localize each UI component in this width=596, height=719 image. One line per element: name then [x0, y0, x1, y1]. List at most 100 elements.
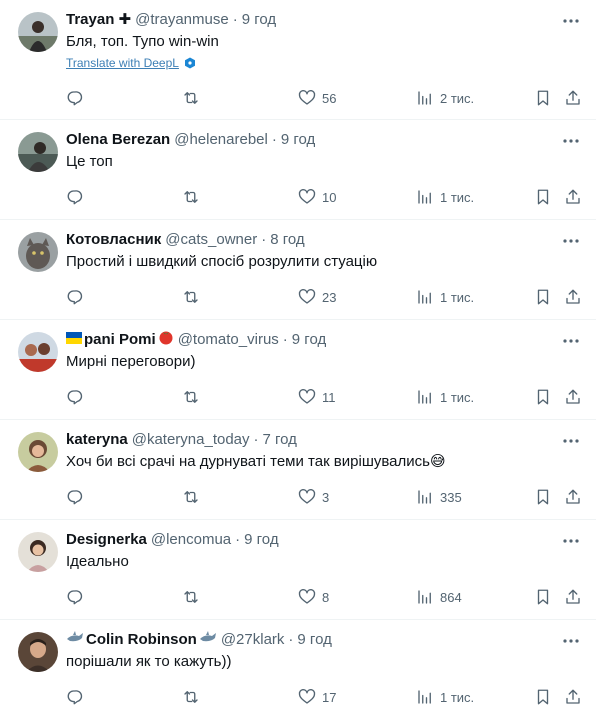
views-button[interactable]: 1 тис. [416, 288, 474, 306]
views-button[interactable]: 1 тис. [416, 388, 474, 406]
avatar[interactable] [18, 332, 58, 372]
like-button[interactable]: 17 [298, 688, 336, 706]
reply-tweet[interactable]: Trayan ✚ @trayanmuse · 9 год Бля, топ. Т… [0, 0, 596, 120]
reply-button[interactable] [66, 89, 90, 107]
reply-button[interactable] [66, 688, 90, 706]
user-handle[interactable]: @tomato_virus [178, 330, 279, 350]
avatar[interactable] [18, 12, 58, 52]
display-name[interactable]: kateryna [66, 430, 128, 450]
like-button[interactable]: 11 [298, 388, 336, 406]
reply-tweet[interactable]: pani Pomi @tomato_virus · 9 год Мирні пе… [0, 320, 596, 420]
bookmark-button[interactable] [534, 288, 552, 306]
avatar[interactable] [18, 632, 58, 672]
user-handle[interactable]: @lencomua [151, 530, 231, 550]
avatar[interactable] [18, 532, 58, 572]
timestamp[interactable]: 9 год [244, 530, 278, 550]
views-button[interactable]: 335 [416, 488, 462, 506]
action-bar: 3 335 [58, 487, 596, 507]
more-options-icon[interactable] [562, 12, 580, 30]
timestamp[interactable]: 9 год [292, 330, 326, 350]
translate-label[interactable]: Translate with DeepL [66, 56, 179, 70]
retweet-button[interactable] [182, 488, 206, 506]
bookmark-button[interactable] [534, 188, 552, 206]
more-options-icon[interactable] [562, 532, 580, 550]
views-button[interactable]: 1 тис. [416, 188, 474, 206]
display-name[interactable]: Trayan ✚ [66, 10, 131, 30]
share-button[interactable] [564, 188, 582, 206]
retweet-button[interactable] [182, 588, 206, 606]
reply-button[interactable] [66, 588, 90, 606]
like-button[interactable]: 3 [298, 488, 329, 506]
display-name[interactable]: pani Pomi [84, 330, 156, 350]
display-name[interactable]: Designerka [66, 530, 147, 550]
like-button[interactable]: 56 [298, 89, 336, 107]
user-handle[interactable]: @trayanmuse [135, 10, 229, 30]
tweet-text: Хоч би всі срачі на дурнуваті теми так в… [66, 453, 446, 470]
more-options-icon[interactable] [562, 232, 580, 250]
user-handle[interactable]: @27klark [221, 630, 285, 650]
like-button[interactable]: 23 [298, 288, 336, 306]
share-button[interactable] [564, 588, 582, 606]
heart-icon [298, 389, 316, 404]
reply-button[interactable] [66, 388, 90, 406]
translate-link[interactable]: Translate with DeepL [66, 56, 584, 70]
retweet-button[interactable] [182, 288, 206, 306]
bookmark-button[interactable] [534, 488, 552, 506]
retweet-button[interactable] [182, 188, 206, 206]
avatar[interactable] [18, 232, 58, 272]
reply-tweet[interactable]: kateryna @kateryna_today · 7 год Хоч би … [0, 420, 596, 520]
separator-dot: · [235, 531, 241, 548]
bookmark-button[interactable] [534, 588, 552, 606]
bookmark-button[interactable] [534, 89, 552, 107]
more-options-icon[interactable] [562, 332, 580, 350]
timestamp[interactable]: 7 год [263, 430, 297, 450]
action-bar: 56 2 тис. [58, 88, 596, 108]
action-bar: 11 1 тис. [58, 387, 596, 407]
timestamp[interactable]: 8 год [270, 230, 304, 250]
retweet-button[interactable] [182, 688, 206, 706]
like-button[interactable]: 8 [298, 588, 329, 606]
views-button[interactable]: 864 [416, 588, 462, 606]
views-button[interactable]: 2 тис. [416, 89, 474, 107]
reply-tweet[interactable]: Designerka @lencomua · 9 год Ідеально 8 … [0, 520, 596, 620]
retweet-button[interactable] [182, 89, 206, 107]
share-button[interactable] [564, 288, 582, 306]
retweet-icon [184, 491, 198, 503]
share-button[interactable] [564, 89, 582, 107]
share-button[interactable] [564, 688, 582, 706]
timestamp[interactable]: 9 год [281, 130, 315, 150]
reply-icon [67, 91, 83, 106]
bookmark-button[interactable] [534, 688, 552, 706]
bookmark-button[interactable] [534, 388, 552, 406]
reply-button[interactable] [66, 488, 90, 506]
analytics-icon [418, 91, 431, 105]
reply-tweet[interactable]: Olena Berezan @helenarebel · 9 год Це то… [0, 120, 596, 220]
like-button[interactable]: 10 [298, 188, 336, 206]
display-name[interactable]: Olena Berezan [66, 130, 170, 150]
avatar[interactable] [18, 132, 58, 172]
retweet-icon [184, 92, 198, 104]
share-button[interactable] [564, 488, 582, 506]
user-handle[interactable]: @kateryna_today [132, 430, 250, 450]
more-options-icon[interactable] [562, 432, 580, 450]
reply-button[interactable] [66, 188, 90, 206]
reply-tweet[interactable]: Котовласник @cats_owner · 8 год Простий … [0, 220, 596, 320]
more-options-icon[interactable] [562, 132, 580, 150]
reply-icon [67, 390, 83, 405]
display-name[interactable]: Colin Robinson [86, 630, 197, 650]
timestamp[interactable]: 9 год [242, 10, 276, 30]
separator-dot: · [288, 631, 294, 648]
display-name[interactable]: Котовласник [66, 230, 161, 250]
user-handle[interactable]: @cats_owner [165, 230, 257, 250]
action-bar: 23 1 тис. [58, 287, 596, 307]
reply-button[interactable] [66, 288, 90, 306]
views-button[interactable]: 1 тис. [416, 688, 474, 706]
timestamp[interactable]: 9 год [297, 630, 331, 650]
tweet-text: Простий і швидкий спосіб розрулити стуац… [66, 253, 378, 270]
reply-tweet[interactable]: Colin Robinson @27klark · 9 год порішали… [0, 620, 596, 719]
avatar[interactable] [18, 432, 58, 472]
retweet-button[interactable] [182, 388, 206, 406]
share-button[interactable] [564, 388, 582, 406]
more-options-icon[interactable] [562, 632, 580, 650]
user-handle[interactable]: @helenarebel [174, 130, 268, 150]
